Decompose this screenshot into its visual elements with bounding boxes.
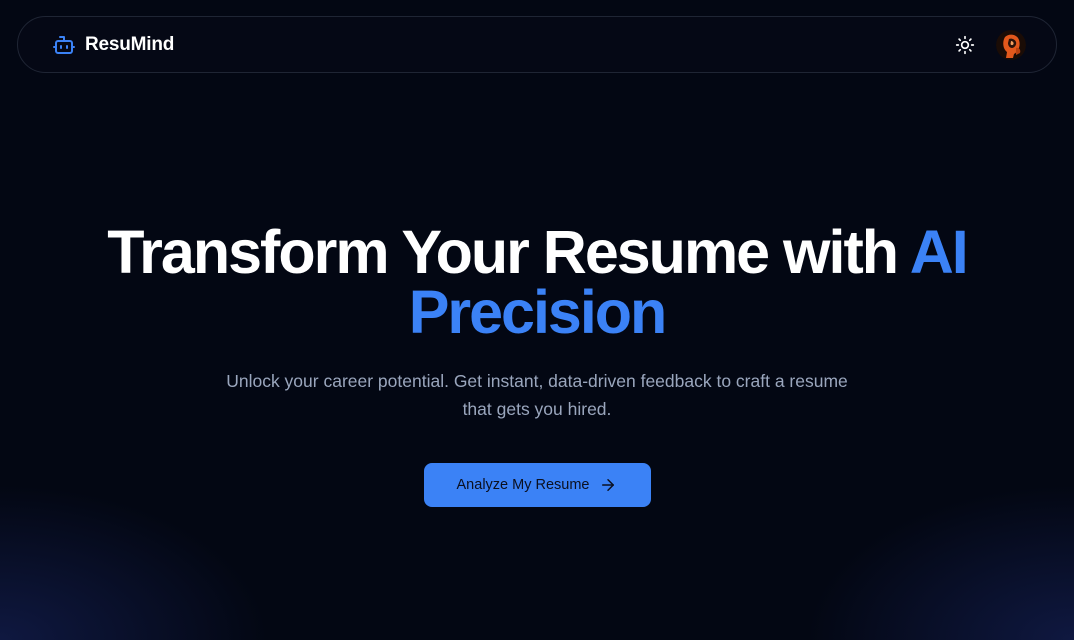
landing-page: ResuMind Transform Your Resume with AI P… [0,0,1074,640]
analyze-resume-button-label: Analyze My Resume [456,477,590,493]
hero-section: Transform Your Resume with AI Precision … [0,222,1074,507]
robot-icon [52,33,76,57]
hero-subtitle: Unlock your career potential. Get instan… [226,371,848,419]
theme-toggle-button[interactable] [952,32,978,58]
arrow-right-icon [599,476,617,494]
brand-logo[interactable]: ResuMind [52,33,174,57]
nav-actions [952,29,1026,60]
hero-title: Transform Your Resume with AI Precision [0,222,1074,343]
analyze-resume-button[interactable]: Analyze My Resume [423,463,651,507]
navbar: ResuMind [17,16,1057,73]
sun-icon [955,35,975,54]
hero-title-main: Transform Your Resume with [107,218,910,286]
user-avatar[interactable] [996,29,1026,60]
brand-name: ResuMind [85,33,175,55]
